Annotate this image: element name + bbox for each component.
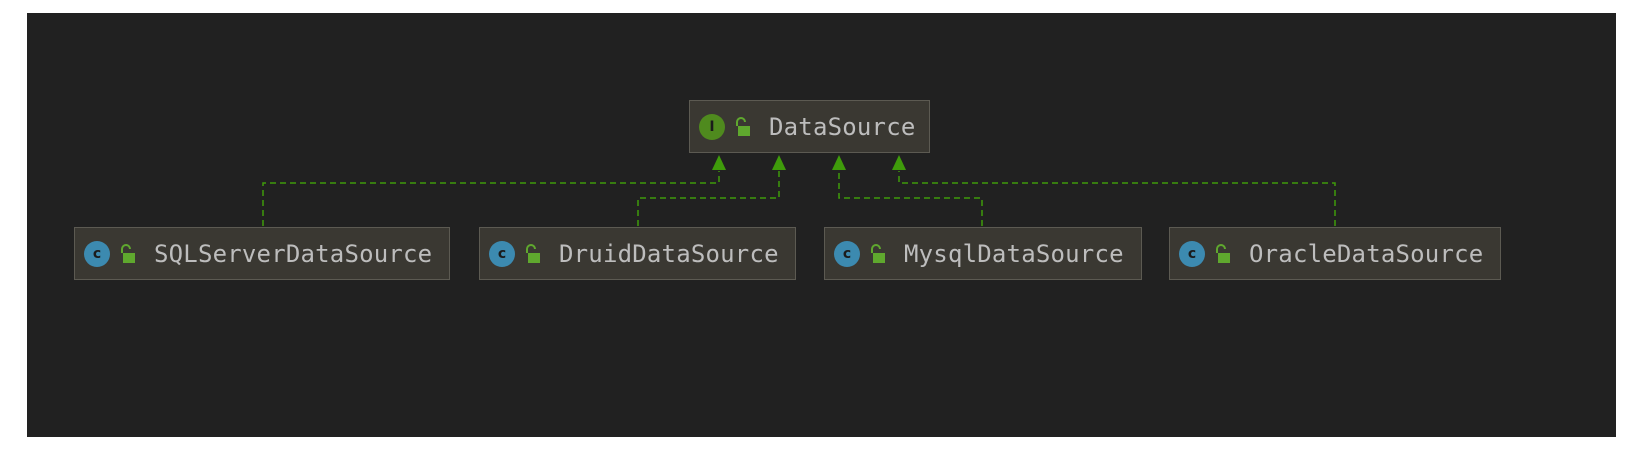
public-lock-icon (736, 116, 750, 136)
arrowhead-mysql (832, 155, 846, 170)
node-label-druiddatasource: DruidDataSource (559, 239, 779, 268)
diagram-canvas: I DataSource c SQLServerDataSource c Dru… (27, 13, 1616, 437)
class-icon: c (489, 240, 515, 267)
node-oracledatasource-class[interactable]: c OracleDataSource (1169, 227, 1501, 280)
arrowhead-oracle (892, 155, 906, 170)
node-label-sqlserverdatasource: SQLServerDataSource (154, 239, 433, 268)
node-label-mysqldatasource: MysqlDataSource (904, 239, 1124, 268)
arrowhead-druid (772, 155, 786, 170)
node-druiddatasource-class[interactable]: c DruidDataSource (479, 227, 796, 280)
public-lock-icon (121, 243, 135, 263)
node-sqlserverdatasource-class[interactable]: c SQLServerDataSource (74, 227, 450, 280)
public-lock-icon (526, 243, 540, 263)
node-mysqldatasource-class[interactable]: c MysqlDataSource (824, 227, 1142, 280)
public-lock-icon (871, 243, 885, 263)
node-label-oracledatasource: OracleDataSource (1249, 239, 1484, 268)
public-lock-icon (1216, 243, 1230, 263)
class-icon: c (1179, 240, 1205, 267)
node-datasource-interface[interactable]: I DataSource (689, 100, 930, 153)
class-icon: c (84, 240, 110, 267)
node-label-datasource: DataSource (769, 112, 916, 141)
edge-druid-to-datasource (637, 171, 780, 226)
class-icon: c (834, 240, 860, 267)
interface-icon: I (699, 113, 725, 140)
arrowhead-sqlserver (712, 155, 726, 170)
edge-mysql-to-datasource (838, 171, 983, 226)
relationship-edges (262, 155, 1336, 226)
